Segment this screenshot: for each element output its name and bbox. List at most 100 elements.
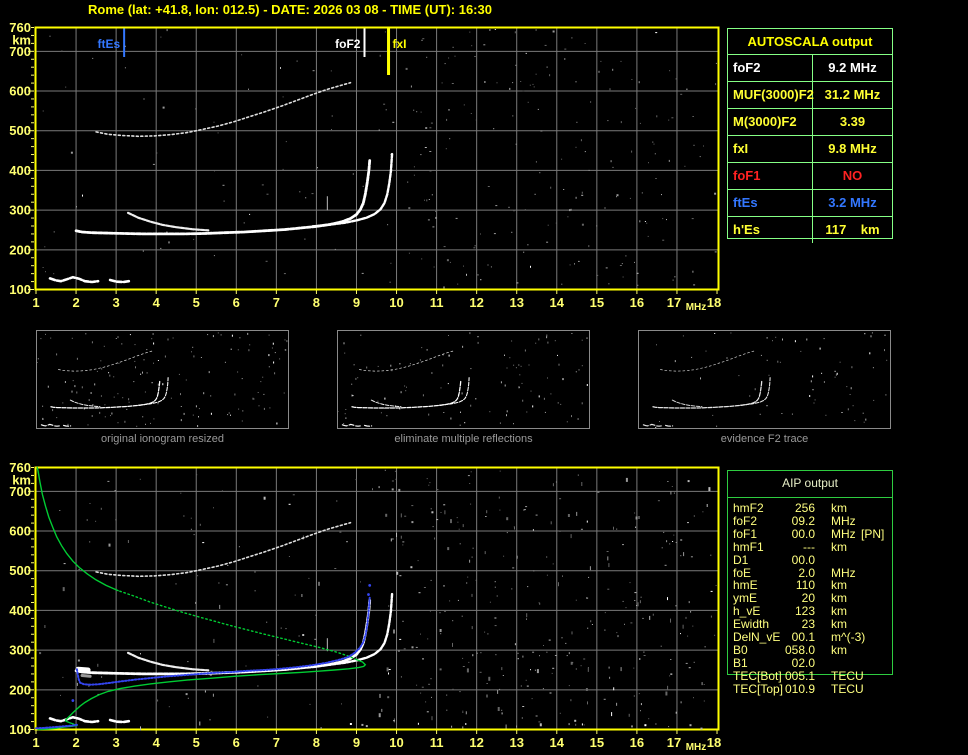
second-hop-arc: [660, 351, 754, 371]
x-axis-unit: MHz: [686, 742, 707, 753]
echo-blob-gray: [82, 676, 90, 677]
f-trace-x-branch: [70, 400, 100, 407]
y-axis-unit: km: [12, 473, 31, 488]
autoscala-table-rows: foF29.2 MHzMUF(3000)F231.2 MHzM(3000)F23…: [728, 54, 892, 243]
es-layer-trace: [110, 280, 129, 282]
y-tick-label: 600: [9, 84, 31, 99]
y-tick-label: 300: [9, 203, 31, 218]
ftes-marker-label: ftEs: [97, 37, 120, 51]
thumbnail-plot-eliminate: [337, 330, 590, 429]
fxi-marker-label: fxI: [393, 37, 407, 51]
aip-row: hmF1--- km: [727, 541, 893, 554]
aip-row-value: 09.2: [765, 515, 815, 528]
thumbnail-border: [639, 331, 891, 429]
es-layer-trace: [110, 720, 129, 722]
aip-row-label: foF1: [733, 528, 757, 541]
x-tick-label: 2: [72, 295, 79, 310]
aip-row-label: D1: [733, 554, 748, 567]
x-tick-label: 8: [313, 295, 320, 310]
aip-row-value: 010.9: [765, 683, 815, 696]
es-layer-trace: [50, 717, 98, 722]
y-tick-label: 400: [9, 163, 31, 178]
y-tick-label: 100: [9, 282, 31, 297]
x-axis-unit: MHz: [686, 302, 707, 313]
aip-row-unit: MHz: [831, 515, 856, 528]
x-tick-label: 12: [469, 735, 483, 750]
aip-row-label: hmF1: [733, 541, 764, 554]
x-tick-label: 18: [707, 735, 721, 750]
aip-row: foF100.0MHz[PN]: [727, 528, 893, 541]
x-tick-label: 5: [193, 295, 200, 310]
noise-layer: [39, 470, 717, 731]
blue-e-trace: [36, 725, 77, 729]
autoscala-row-label: foF2: [728, 55, 813, 81]
x-tick-label: 10: [389, 295, 403, 310]
aip-row-label: foF2: [733, 515, 757, 528]
autoscala-row-label: foF1: [728, 163, 813, 189]
grid: [36, 468, 718, 729]
thumbnail-caption: eliminate multiple reflections: [337, 433, 590, 445]
es-layer-trace: [64, 425, 71, 426]
es-layer-trace: [41, 424, 59, 426]
autoscala-row-label: fxI: [728, 136, 813, 162]
x-mode-cusp: [741, 378, 771, 406]
thumbnail-border: [338, 331, 590, 429]
blue-isolated-point: [368, 584, 371, 587]
es-layer-trace: [342, 424, 360, 426]
y-tick-label: 600: [9, 524, 31, 539]
thumbnail-border: [37, 331, 289, 429]
x-tick-label: 8: [313, 735, 320, 750]
ionogram-plot-bottom: 760700600500400300200100km12345678910111…: [0, 458, 725, 754]
f-trace-x-branch: [371, 400, 401, 407]
blue-isolated-point: [71, 699, 74, 702]
autoscala-row-label: h'Es: [728, 217, 813, 243]
x-tick-label: 12: [469, 295, 483, 310]
autoscala-app-window: Rome (lat: +41.8, lon: 012.5) - DATE: 20…: [0, 0, 968, 755]
x-tick-label: 2: [72, 735, 79, 750]
autoscala-row: fxI9.8 MHz: [728, 135, 892, 162]
autoscala-output-table: AUTOSCALA output foF29.2 MHzMUF(3000)F23…: [727, 28, 893, 239]
aip-row-unit: TECU: [831, 670, 864, 683]
x-tick-label: 7: [273, 735, 280, 750]
aip-row-label: B0: [733, 644, 748, 657]
aip-row-value: 00.0: [765, 528, 815, 541]
aip-header-divider: [727, 497, 893, 498]
x-tick-label: 13: [509, 735, 523, 750]
aip-row-value: ---: [765, 541, 815, 554]
x-tick-label: 15: [590, 735, 604, 750]
autoscala-row-value: 117 km: [813, 217, 892, 243]
autoscala-row-label: MUF(3000)F2: [728, 82, 813, 108]
ionogram-echo-traces: [50, 523, 392, 722]
x-tick-label: 1: [32, 295, 39, 310]
aip-row-value: 058.0: [765, 644, 815, 657]
aip-row-value: 005.1: [765, 670, 815, 683]
autoscala-row: M(3000)F23.39: [728, 108, 892, 135]
f-trace-main: [51, 380, 160, 408]
autoscala-row: foF29.2 MHz: [728, 54, 892, 81]
y-tick-label: 400: [9, 603, 31, 618]
y-tick-label: 500: [9, 123, 31, 138]
y-tick-label: 500: [9, 563, 31, 578]
blue-restored-trace: [36, 584, 371, 728]
aip-row: TEC[Top]010.9TECU: [727, 683, 893, 696]
y-tick-label: 200: [9, 682, 31, 697]
f-trace-main: [76, 161, 370, 234]
es-layer-trace: [50, 277, 98, 282]
ionogram-echo-traces: [50, 83, 392, 282]
aip-row-extra: [PN]: [861, 528, 884, 541]
aip-row: B102.0: [727, 657, 893, 670]
aip-row-unit: km: [831, 541, 847, 554]
autoscala-row-value: 3.39: [813, 109, 892, 135]
x-tick-label: 4: [153, 735, 161, 750]
f-trace-x-branch: [672, 400, 702, 407]
y-tick-label: 300: [9, 643, 31, 658]
x-tick-label: 6: [233, 735, 240, 750]
x-tick-label: 15: [590, 295, 604, 310]
y-axis-unit: km: [12, 33, 31, 48]
x-mode-cusp: [312, 154, 392, 227]
axis-ticks: [28, 28, 717, 295]
x-tick-label: 18: [707, 295, 721, 310]
es-layer-trace: [643, 424, 661, 426]
aip-row-value: 02.0: [765, 657, 815, 670]
autoscala-row-label: ftEs: [728, 190, 813, 216]
